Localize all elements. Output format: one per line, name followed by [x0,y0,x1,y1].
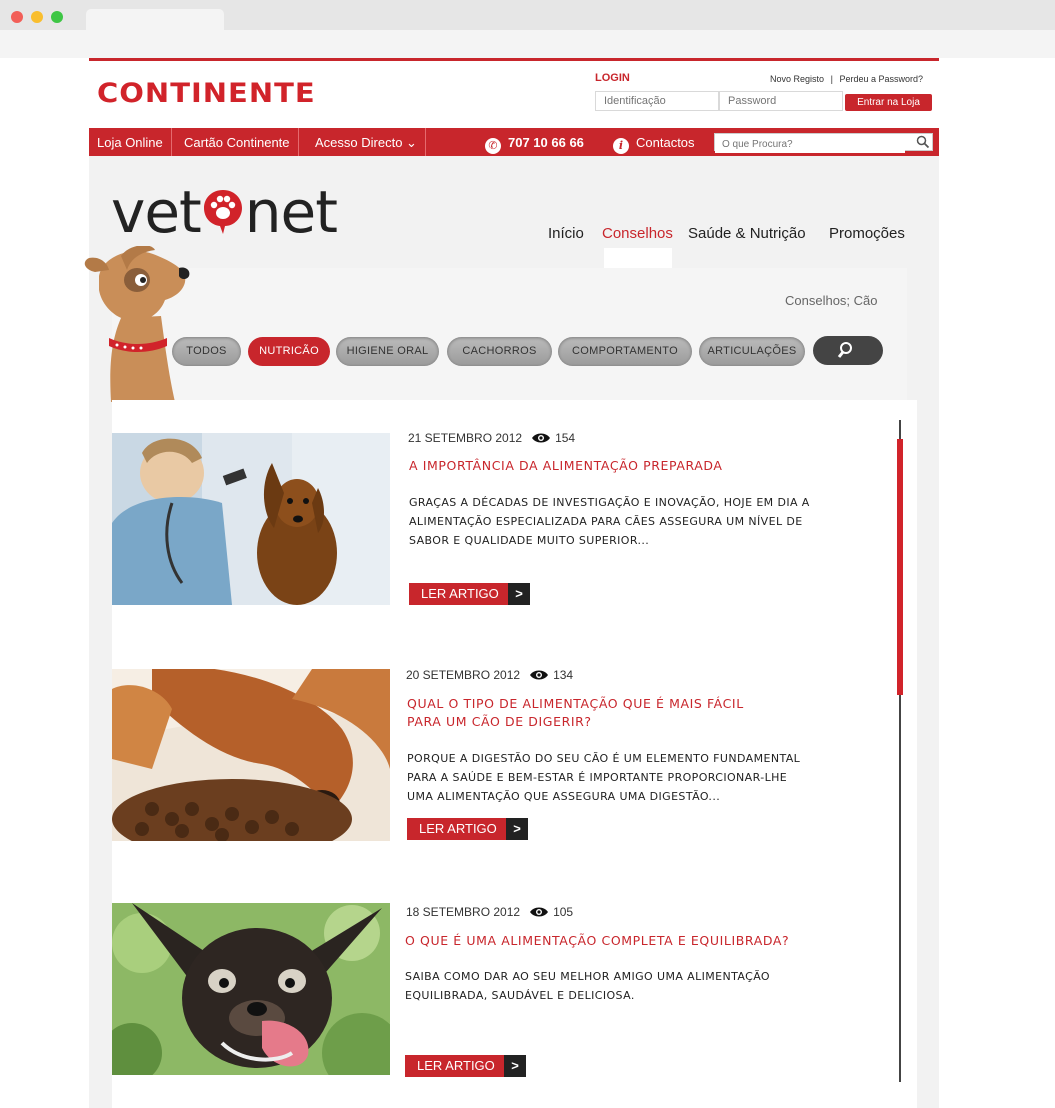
filter-comportamento[interactable]: COMPORTAMENTO [558,337,692,366]
filter-search-button[interactable] [813,336,883,365]
contacts-link[interactable]: i Contactos [613,128,695,156]
page: CONTINENTE LOGIN Novo Registo | Perdeu a… [84,58,939,1108]
article-image-dog-eating[interactable] [112,669,390,841]
dog-eating-kibble-photo [112,669,390,841]
browser-toolbar [0,30,1055,58]
nav-inicio[interactable]: Início [548,225,584,242]
login-title: LOGIN [595,72,630,84]
eye-icon [530,670,549,680]
article-excerpt: SAIBA COMO DAR AO SEU MELHOR AMIGO UMA A… [405,967,770,1005]
article-excerpt-line: SABOR E QUALIDADE MUITO SUPERIOR... [409,534,650,547]
article-meta: 20 SETEMBRO 2012 134 [406,668,573,682]
article-excerpt-line: ALIMENTAÇÃO ESPECIALIZADA PARA CÃES ASSE… [409,515,803,528]
account-links: Novo Registo | Perdeu a Password? [768,74,925,84]
article-excerpt-line: PARA A SAÚDE E BEM-ESTAR É IMPORTANTE PR… [407,771,788,784]
article-title-line: QUAL O TIPO DE ALIMENTAÇÃO QUE É MAIS FÁ… [407,696,744,711]
paw-icon [203,190,242,234]
article-date: 20 SETEMBRO 2012 [406,668,521,682]
read-article-button[interactable]: LER ARTIGO > [405,1055,526,1077]
browser-tab[interactable] [86,9,224,31]
info-icon: i [613,138,629,154]
nav-acesso-directo[interactable]: Acesso Directo ⌄ [307,128,426,156]
contacts-label: Contactos [636,135,695,150]
breadcrumb: Conselhos; Cão [785,293,878,308]
password-field[interactable] [719,91,843,111]
read-article-label: LER ARTIGO [405,1055,504,1077]
filter-higiene-oral[interactable]: HIGIENE ORAL [336,337,439,366]
minimize-window-button[interactable] [31,11,43,23]
article-excerpt-line: EQUILIBRADA, SAUDÁVEL E DELICIOSA. [405,989,635,1002]
read-article-button[interactable]: LER ARTIGO > [409,583,530,605]
article-views: 154 [555,431,576,445]
article-image-chihuahua[interactable] [112,903,390,1075]
filter-articulacoes[interactable]: ARTICULAÇÕES [699,337,805,366]
read-article-label: LER ARTIGO [409,583,508,605]
login-button[interactable]: Entrar na Loja [845,94,932,111]
nav-loja-online[interactable]: Loja Online [89,128,172,156]
article-excerpt-line: UMA ALIMENTAÇÃO QUE ASSEGURA UMA DIGESTÃ… [407,790,721,803]
nav-promocoes[interactable]: Promoções [829,225,905,242]
eye-icon [532,433,551,443]
article-excerpt-line: GRAÇAS A DÉCADAS DE INVESTIGAÇÃO E INOVA… [409,496,810,509]
chevron-right-icon: > [508,583,530,605]
article-excerpt: GRAÇAS A DÉCADAS DE INVESTIGAÇÃO E INOVA… [409,493,810,550]
login-form: Entrar na Loja [595,91,932,113]
forgot-password-link[interactable]: Perdeu a Password? [839,74,923,84]
vetonet-logo[interactable]: vet net [111,178,338,246]
article-views: 134 [553,668,574,682]
chihuahua-licking-photo [112,903,390,1075]
article-excerpt: PORQUE A DIGESTÃO DO SEU CÃO É UM ELEMEN… [407,749,800,806]
chevron-right-icon: > [506,818,528,840]
register-link[interactable]: Novo Registo [770,74,824,84]
article-date: 21 SETEMBRO 2012 [408,431,523,445]
article-excerpt-line: PORQUE A DIGESTÃO DO SEU CÃO É UM ELEMEN… [407,752,801,765]
filter-todos[interactable]: TODOS [172,337,241,366]
article-image-vet-dachshund[interactable] [112,433,390,605]
phone-contact[interactable]: ✆ 707 10 66 66 [485,128,584,156]
browser-chrome [0,0,1055,58]
site-search [714,133,933,153]
continente-logo[interactable]: CONTINENTE [97,77,316,108]
article-excerpt-line: SAIBA COMO DAR AO SEU MELHOR AMIGO UMA A… [405,970,770,983]
top-navbar: Loja Online Cartão Continente Acesso Dir… [89,128,939,156]
nav-conselhos[interactable]: Conselhos [602,225,673,242]
dog-mascot-illustration [84,246,190,402]
scrollbar-thumb[interactable] [897,439,903,695]
site-search-input[interactable] [715,136,905,153]
nav-saude-nutricao[interactable]: Saúde & Nutrição [688,225,806,242]
article-title-line: O QUE É UMA ALIMENTAÇÃO COMPLETA E EQUIL… [405,933,790,948]
vetonet-logo-right: net [244,178,338,246]
article-title[interactable]: A IMPORTÂNCIA DA ALIMENTAÇÃO PREPARADA [409,457,723,475]
article-views: 105 [553,905,574,919]
article-meta: 18 SETEMBRO 2012 105 [406,905,573,919]
read-article-label: LER ARTIGO [407,818,506,840]
article-title-line: A IMPORTÂNCIA DA ALIMENTAÇÃO PREPARADA [409,458,723,473]
article-title[interactable]: O QUE É UMA ALIMENTAÇÃO COMPLETA E EQUIL… [405,932,789,950]
article-list: 21 SETEMBRO 2012 154 A IMPORTÂNCIA DA ALI… [112,400,917,1108]
article-title[interactable]: QUAL O TIPO DE ALIMENTAÇÃO QUE É MAIS FÁ… [407,695,744,731]
close-window-button[interactable] [11,11,23,23]
active-tab-indicator [604,248,672,268]
nav-cartao-continente[interactable]: Cartão Continente [176,128,299,156]
phone-icon: ✆ [485,138,501,154]
filter-cachorros[interactable]: CACHORROS [447,337,552,366]
filter-nutricao[interactable]: NUTRICÃO [248,337,330,366]
article-date: 18 SETEMBRO 2012 [406,905,521,919]
chevron-right-icon: > [504,1055,526,1077]
identification-field[interactable] [595,91,719,111]
vetonet-logo-left: vet [111,178,202,246]
search-icon[interactable] [916,135,930,149]
search-icon [837,342,852,358]
article-meta: 21 SETEMBRO 2012 154 [408,431,575,445]
phone-number: 707 10 66 66 [508,135,584,150]
read-article-button[interactable]: LER ARTIGO > [407,818,528,840]
site-header: CONTINENTE LOGIN Novo Registo | Perdeu a… [89,61,939,128]
filter-panel [112,268,907,400]
vet-examining-dog-photo [112,433,390,605]
link-separator: | [830,74,833,84]
article-title-line: PARA UM CÃO DE DIGERIR? [407,714,592,729]
eye-icon [530,907,549,917]
maximize-window-button[interactable] [51,11,63,23]
